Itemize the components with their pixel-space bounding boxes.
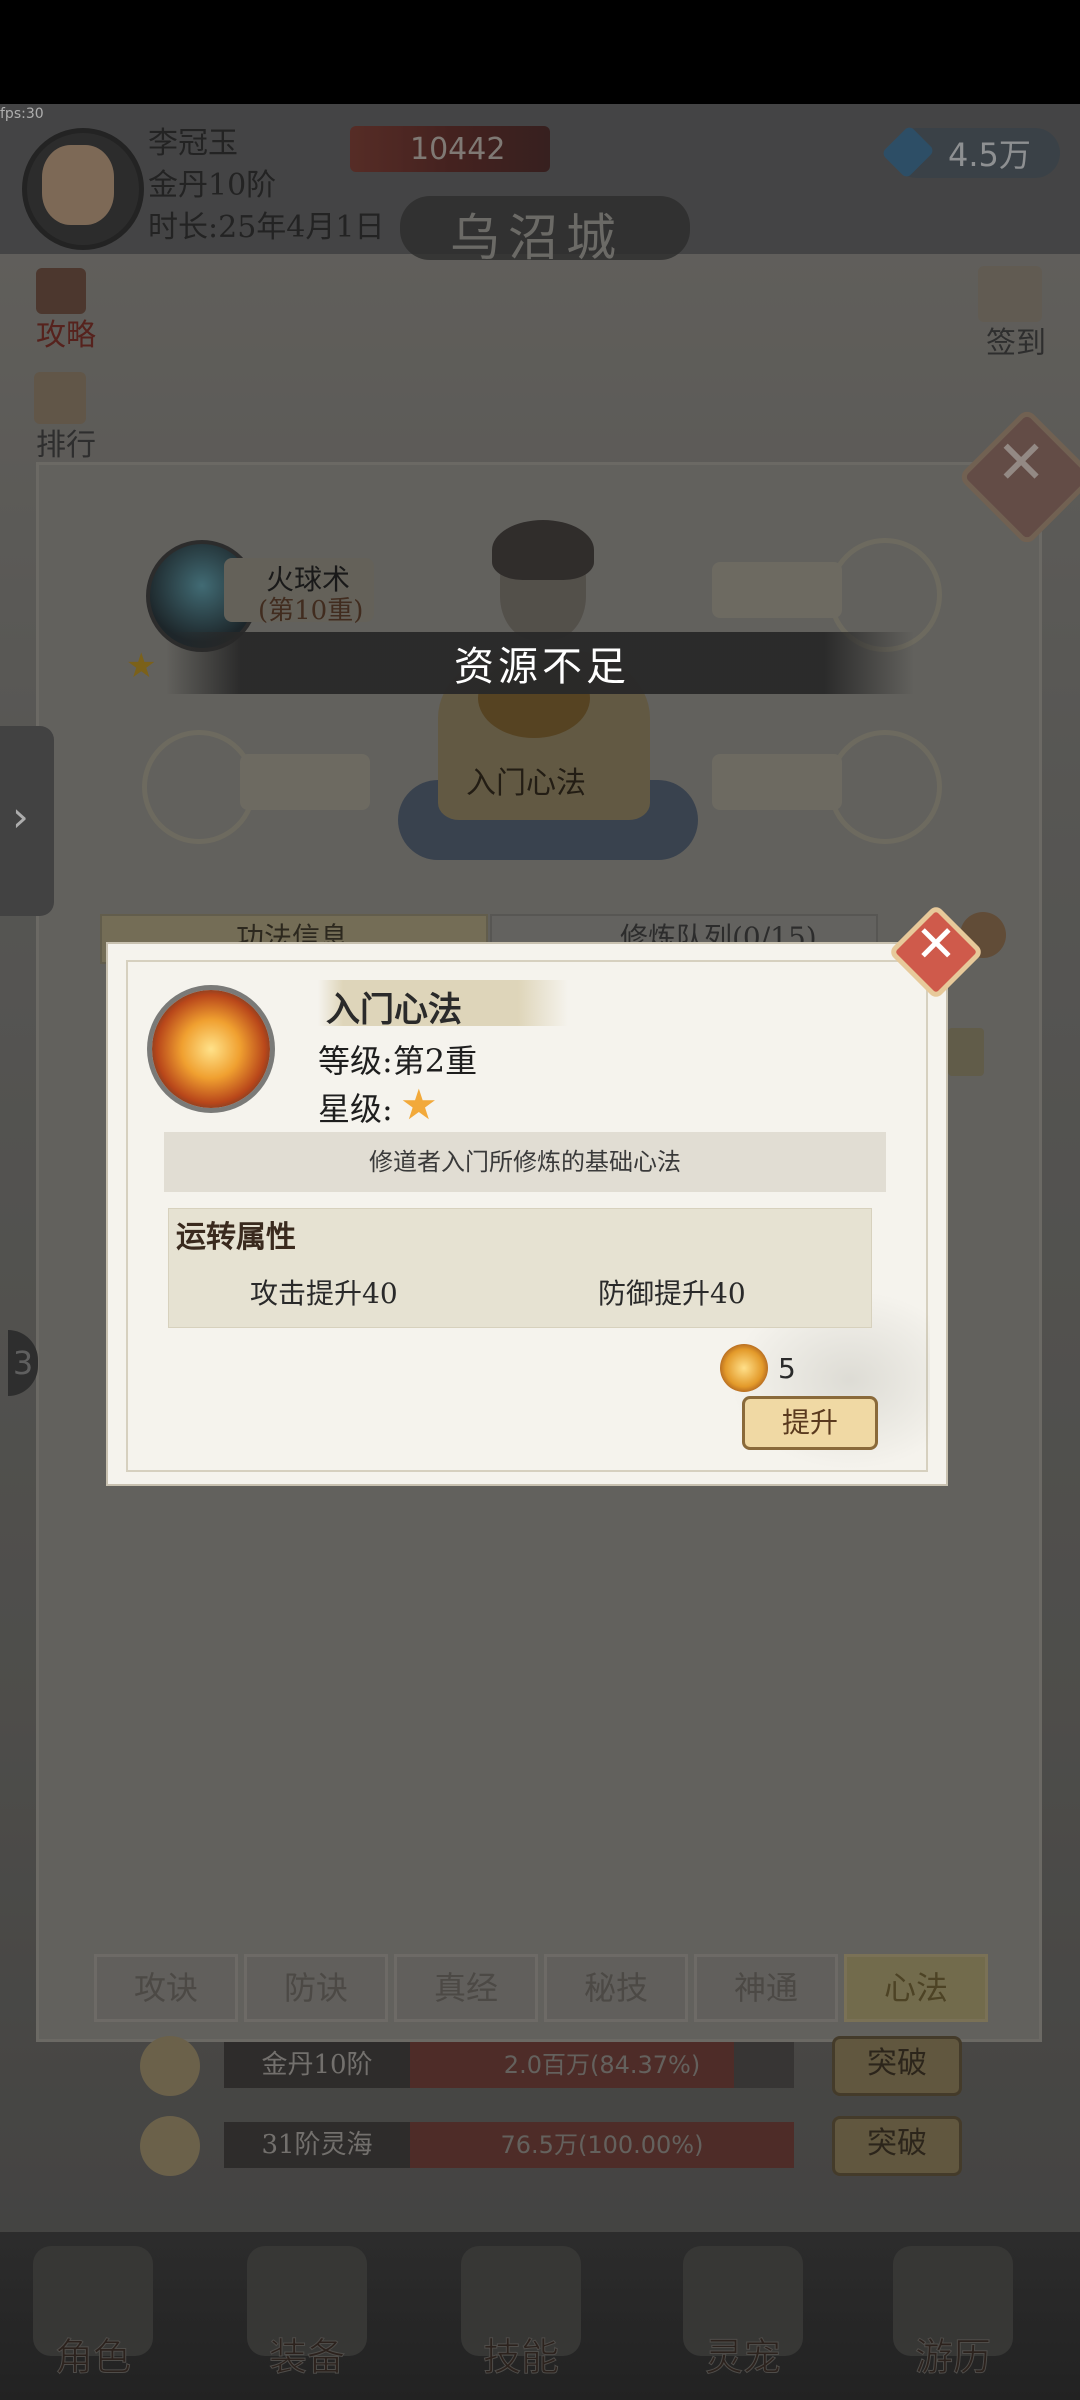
- attack-bonus: 攻击提升40: [250, 1277, 398, 1310]
- toast-message: 资源不足: [454, 644, 630, 690]
- skill-level-text: 等级:第2重: [318, 1042, 478, 1080]
- cost-orb-icon: [720, 1344, 768, 1392]
- mind-skill-icon: [152, 990, 270, 1108]
- star-icon: ★: [400, 1080, 438, 1129]
- star-level-label: 星级:: [318, 1090, 393, 1128]
- upgrade-button[interactable]: 提升: [742, 1396, 878, 1450]
- attribute-title: 运转属性: [176, 1220, 296, 1255]
- upgrade-cost: 5: [778, 1352, 796, 1385]
- skill-description: 修道者入门所修炼的基础心法: [369, 1148, 681, 1176]
- defense-bonus: 防御提升40: [598, 1277, 746, 1310]
- close-icon: ✕: [915, 915, 957, 973]
- status-bar: [0, 0, 1080, 104]
- dialog-title: 入门心法: [326, 990, 462, 1030]
